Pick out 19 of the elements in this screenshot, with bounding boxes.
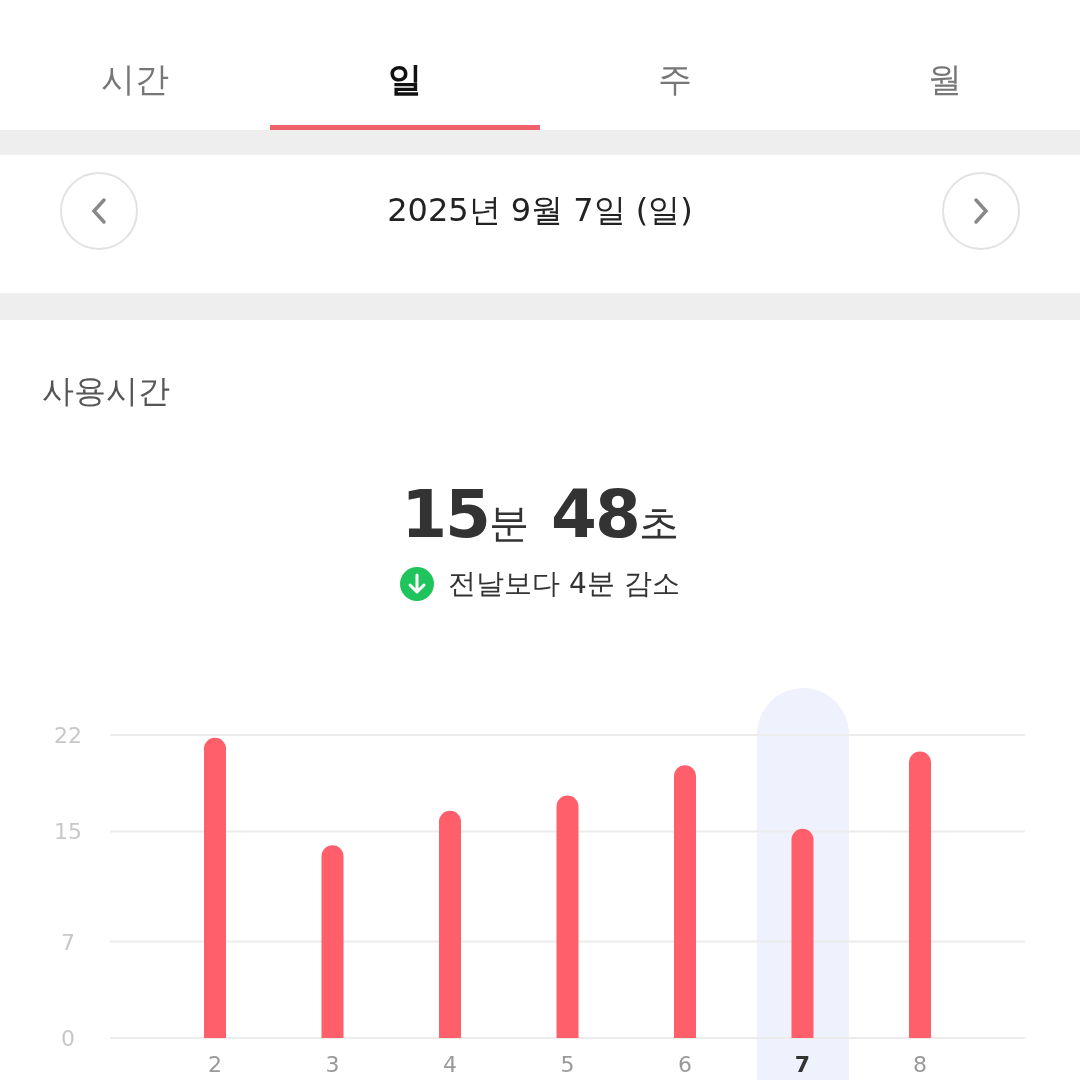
date-label: 2025년 9월 7일 (일)	[387, 189, 693, 231]
tab[interactable]: 주	[540, 0, 810, 130]
tab[interactable]: 시간	[0, 0, 270, 130]
x-axis-label: 3	[325, 1052, 340, 1077]
section-title: 사용시간	[42, 371, 170, 412]
x-axis-label: 6	[678, 1052, 692, 1077]
tab[interactable]: 월	[810, 0, 1080, 130]
chevron-right-icon	[973, 196, 989, 225]
usage-total: 48초	[551, 476, 679, 553]
x-axis-label: 2	[208, 1052, 222, 1077]
usage-total: 15분	[401, 476, 529, 553]
x-axis-label: 7	[794, 1052, 811, 1077]
comparison-text: 전날보다 4분 감소	[448, 566, 680, 602]
chevron-left-icon	[91, 196, 107, 225]
x-axis-label: 8	[913, 1052, 927, 1077]
x-axis-label: 5	[560, 1052, 575, 1077]
x-axis-label: 4	[443, 1052, 457, 1077]
tab[interactable]: 일	[270, 0, 540, 130]
arrow-down-circle-icon	[400, 567, 435, 601]
